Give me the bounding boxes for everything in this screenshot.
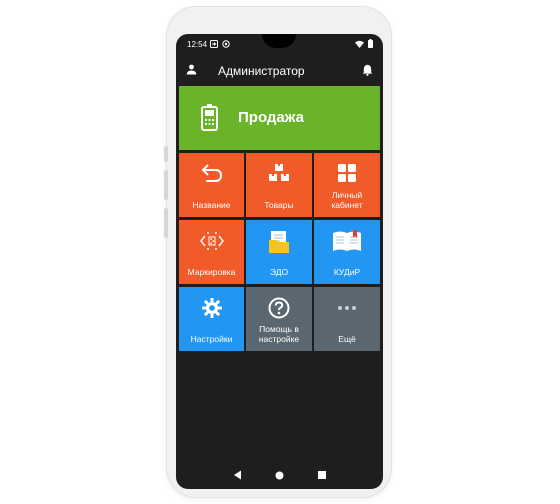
book-icon [333,230,361,251]
side-button [164,146,168,162]
system-nav-bar [176,461,383,489]
tile-setup-help[interactable]: Помощь в настройке [246,287,312,351]
tile-more[interactable]: Ещё [314,287,380,351]
location-icon [222,40,230,48]
tile-settings[interactable]: Настройки [179,287,244,351]
tile-label: Маркировка [187,267,236,277]
home-icon[interactable] [275,471,284,480]
barcode-scan-icon [199,232,224,250]
payment-terminal-icon [201,104,218,131]
tile-label: Личный кабинет [331,190,363,210]
tile-label: ЭДО [269,267,289,277]
tile-edo[interactable]: ЭДО [246,220,312,284]
more-icon [338,306,356,310]
user-icon[interactable] [186,64,197,75]
back-icon[interactable] [233,470,242,480]
tile-name[interactable]: Название [179,153,244,217]
tile-personal-account[interactable]: Личный кабинет [314,153,380,217]
status-time: 12:54 [187,40,208,49]
tile-kudir[interactable]: КУДиР [314,220,380,284]
notification-icon [210,40,218,48]
tile-label: КУДиР [333,267,361,277]
tile-marking[interactable]: Маркировка [179,220,244,284]
battery-icon [368,39,373,48]
tile-label: Название [192,200,231,210]
app-bar: Администратор [176,58,383,84]
phone-screen: 12:54 Администратор Продажа Название Тов… [176,34,383,489]
boxes-icon [269,164,289,181]
app-bar-title: Администратор [218,64,305,78]
tile-label: Помощь в настройке [258,324,300,344]
tile-label: Настройки [190,334,233,344]
tile-goods[interactable]: Товары [246,153,312,217]
camera-notch [262,34,296,48]
undo-arrow-icon [201,164,222,182]
grid-icon [338,164,356,182]
sale-label: Продажа [238,109,304,126]
wifi-icon [355,40,364,48]
tile-label: Ещё [338,334,356,344]
gear-icon [201,298,222,318]
sale-button[interactable]: Продажа [179,86,380,150]
tile-label: Товары [264,200,294,210]
document-folder-icon [269,231,289,253]
recents-icon[interactable] [318,471,327,479]
status-bar: 12:54 [176,34,383,54]
volume-down-button [164,208,168,238]
volume-up-button [164,170,168,200]
menu-grid: Название Товары Личный кабинет Маркировк… [179,153,380,351]
help-icon [268,297,290,319]
bell-icon[interactable] [362,64,373,76]
